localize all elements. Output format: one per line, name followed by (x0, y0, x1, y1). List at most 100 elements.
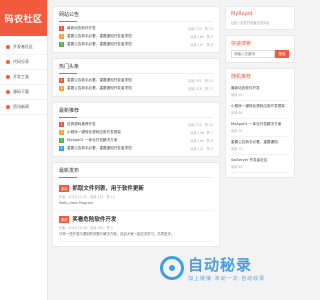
post-meta: 作者 · 2023-10-28 · 阅读 188 · 赞 9 (59, 226, 113, 230)
rank-badge: 1 (59, 77, 64, 83)
posts-list: 原创 抓取文件列表，用于软件更新 作者 · 2023-11-02 · 阅读 233 … (59, 180, 213, 242)
search-box: 搜索 (231, 50, 289, 58)
random-item-meta: 阅读 88 (231, 111, 243, 115)
random-item[interactable]: 小程序一键转化源码应用开发框架 阅读 88 (231, 101, 289, 119)
posts-title: 最新发布 (59, 167, 213, 178)
random-list: 最新动态软件开发 阅读 95 小程序一键转化源码应用开发框架 阅读 88 MyApp01… (231, 83, 289, 173)
sidebar-item-community[interactable]: 开发者社区 (0, 40, 47, 55)
post-item[interactable]: 原创 笑看危险软件开发作者 · 2023-10-28 · 阅读 188 · 赞 9… (59, 211, 213, 242)
item-title: MyApp01 一体化开发解决方案 (67, 137, 118, 142)
rank-badge: 3 (59, 137, 64, 143)
view-count: 阅读 164 (190, 138, 204, 143)
original-badge: 原创 (59, 215, 70, 223)
random-item-title: 小程序一键转化源码应用开发框架 (231, 104, 285, 108)
item-title: 重要公告新手必看，重要通知开发者须知 (67, 145, 132, 150)
rank-badge: 1 (59, 25, 64, 31)
list-item[interactable]: 1 优秀源码推荐开发 阅读 220 赞 10 (59, 120, 213, 128)
bullet-icon (6, 75, 10, 79)
rank-badge: 1 (59, 121, 64, 127)
brand-subtitle: 社区一站式开发者交流平台 (231, 21, 270, 25)
item-title: 重要公告新手必看，重要通知开发者须知 (67, 41, 132, 46)
bullet-icon (6, 45, 10, 49)
list-item[interactable]: 2 重要公告新手必看，重要通知开发者须知 阅读 276 赞 11 (59, 84, 213, 92)
post-meta: 作者 · 2023-11-02 · 阅读 233 · 赞 12 (59, 195, 115, 199)
like-count: 赞 12 (204, 26, 213, 31)
search-title: 快速搜索 (231, 41, 252, 47)
item-title: 重要公告新手必看，重要通知开发者须知 (67, 77, 132, 82)
random-item-meta: 阅读 95 (231, 93, 243, 97)
watermark: 自动秘录 加上链接·末动一次·自动收录 (160, 240, 300, 295)
list-item[interactable]: 1 重要公告新手必看，重要通知开发者须知 阅读 301 赞 15 (59, 76, 213, 84)
random-item-title: 最新动态软件开发 (231, 86, 260, 90)
like-count: 赞 10 (204, 122, 213, 127)
original-badge: 原创 (59, 184, 70, 192)
view-count: 阅读 220 (188, 122, 202, 127)
post-title[interactable]: 抓取文件列表，用于软件更新 (72, 184, 144, 192)
main-content: 网站公告 1 最新动态软件开发 阅读 233 赞 12 2 重要公告新手必看，重要通知开发… (52, 6, 220, 252)
random-item[interactable]: 最新动态软件开发 阅读 95 (231, 83, 289, 101)
sidebar-item-tools[interactable]: 开发工具 (0, 70, 47, 85)
brand-card: MyRapid 社区一站式开发者交流平台 (225, 6, 295, 30)
like-count: 赞 8 (206, 42, 213, 47)
like-count: 赞 15 (204, 78, 213, 83)
post-description: Math_class Program (59, 201, 93, 205)
list-item[interactable]: 3 重要公告新手必看，重要通知开发者须知 阅读 167 赞 8 (59, 40, 213, 48)
page: { "logo": "码农社区", "nav": ["开发者社区","代码分享"… (0, 0, 300, 300)
sidebar-item-download[interactable]: 源码下载 (0, 85, 47, 100)
latest-card: 最新推荐 1 优秀源码推荐开发 阅读 220 赞 10 2 小程序一键转化源码应用开发框架… (52, 102, 220, 157)
view-count: 阅读 301 (188, 78, 202, 83)
item-title: 重要公告新手必看，重要通知开发者须知 (67, 33, 132, 38)
latest-title: 最新推荐 (59, 107, 213, 118)
sidebar-item-news[interactable]: 资讯新闻 (0, 100, 47, 115)
brand-name[interactable]: MyRapid (231, 11, 289, 17)
bullet-icon (6, 105, 10, 109)
posts-card: 最新发布 原创 抓取文件列表，用于软件更新 作者 · 2023-11-02 · 阅读… (52, 162, 220, 247)
rank-badge: 2 (59, 129, 64, 135)
item-title: 重要公告新手必看，重要通知开发者须知 (67, 85, 132, 90)
notice-card: 网站公告 1 最新动态软件开发 阅读 233 赞 12 2 重要公告新手必看，重要通知开发… (52, 6, 220, 53)
latest-list: 1 优秀源码推荐开发 阅读 220 赞 10 2 小程序一键转化源码应用开发框架 阅读 19… (59, 120, 213, 152)
search-input[interactable] (231, 50, 275, 58)
view-count: 阅读 167 (190, 42, 204, 47)
rank-badge: 3 (59, 41, 64, 47)
like-count: 赞 7 (206, 130, 213, 135)
sidebar-nav: 开发者社区 代码分享 开发工具 源码下载 资讯新闻 (0, 40, 47, 115)
random-item[interactable]: MyApp01 一体化开发解决方案 阅读 76 (231, 119, 289, 137)
rank-badge: 2 (59, 33, 64, 39)
notice-title: 网站公告 (59, 11, 213, 22)
list-item[interactable]: 2 小程序一键转化源码应用开发框架 阅读 198 赞 7 (59, 128, 213, 136)
bullet-icon (6, 60, 10, 64)
sidebar-item-code[interactable]: 代码分享 (0, 55, 47, 70)
like-count: 赞 9 (206, 34, 213, 39)
post-item[interactable]: 原创 抓取文件列表，用于软件更新作者 · 2023-11-02 · 阅读 233 … (59, 180, 213, 211)
random-item[interactable]: SqlServer 开发者社区 阅读 62 (231, 155, 289, 173)
list-item[interactable]: 3 MyApp01 一体化开发解决方案 阅读 164 赞 6 (59, 136, 213, 144)
right-sidebar: MyRapid 社区一站式开发者交流平台 快速搜索 搜索 随机推荐 最新动态软件… (225, 6, 295, 183)
list-item[interactable]: 4 重要公告新手必看，重要通知开发者须知 阅读 121 赞 4 (59, 144, 213, 152)
random-item-title: MyApp01 一体化开发解决方案 (231, 122, 282, 126)
hot-card: 热门头条 1 重要公告新手必看，重要通知开发者须知 阅读 301 赞 15 2 重要公告新… (52, 58, 220, 97)
search-button[interactable]: 搜索 (275, 50, 289, 58)
post-description: 分享一些开发中遇到的问题与解决方案，欢迎大家一起交流学习，共同进步。 (59, 232, 175, 236)
like-count: 赞 11 (204, 86, 213, 91)
site-logo[interactable]: 码农社区 (0, 0, 47, 36)
random-item-title: 重要公告新手必看，重要通知 (231, 140, 278, 144)
item-title: 小程序一键转化源码应用开发框架 (67, 129, 121, 134)
watermark-subtitle: 加上链接·末动一次·自动收录 (188, 275, 266, 282)
random-item[interactable]: 重要公告新手必看，重要通知 阅读 70 (231, 137, 289, 155)
rank-badge: 4 (59, 145, 64, 151)
list-item[interactable]: 2 重要公告新手必看，重要通知开发者须知 阅读 189 赞 9 (59, 32, 213, 40)
hot-list: 1 重要公告新手必看，重要通知开发者须知 阅读 301 赞 15 2 重要公告新手必看，重… (59, 76, 213, 92)
rank-badge: 2 (59, 85, 64, 91)
view-count: 阅读 233 (188, 26, 202, 31)
random-item-meta: 阅读 76 (231, 129, 243, 133)
item-title: 最新动态软件开发 (67, 25, 96, 30)
view-count: 阅读 121 (190, 146, 204, 151)
post-title[interactable]: 笑看危险软件开发 (72, 215, 116, 223)
list-item[interactable]: 1 最新动态软件开发 阅读 233 赞 12 (59, 24, 213, 32)
sidebar: 码农社区 开发者社区 代码分享 开发工具 源码下载 资讯新闻 (0, 0, 48, 300)
notice-list: 1 最新动态软件开发 阅读 233 赞 12 2 重要公告新手必看，重要通知开发者须知 阅读… (59, 24, 213, 48)
view-count: 阅读 276 (188, 86, 202, 91)
random-item-title: SqlServer 开发者社区 (231, 158, 268, 162)
item-title: 优秀源码推荐开发 (67, 121, 96, 126)
